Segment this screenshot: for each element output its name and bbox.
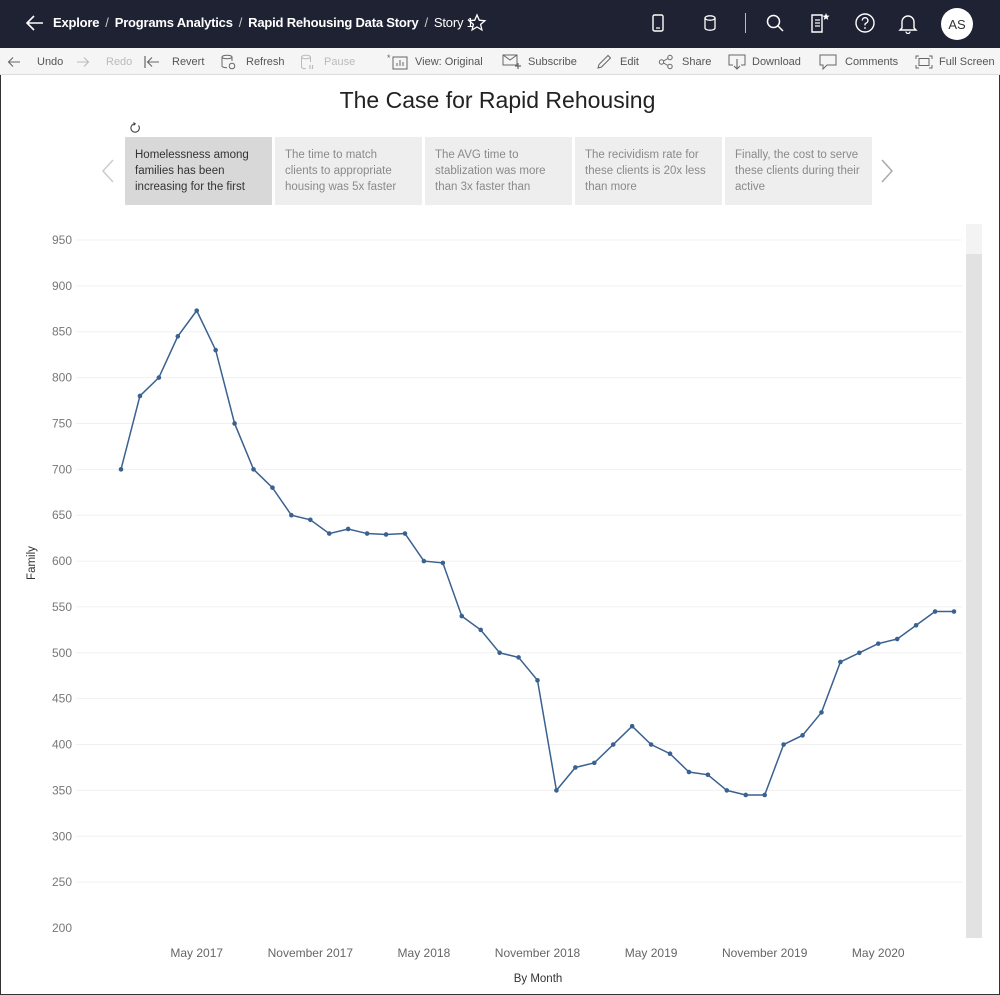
- data-point: [156, 375, 162, 380]
- data-point: [875, 641, 881, 646]
- y-tick-label: 900: [52, 279, 72, 293]
- x-tick-label: May 2020: [852, 946, 905, 960]
- data-point: [478, 627, 484, 633]
- data-point: [440, 560, 446, 566]
- data-point: [118, 467, 124, 472]
- data-point: [421, 558, 427, 564]
- data-point: [800, 733, 805, 738]
- data-point: [629, 723, 635, 729]
- data-point: [591, 760, 597, 766]
- data-point: [667, 751, 673, 757]
- data-point: [573, 765, 578, 770]
- data-point: [857, 650, 862, 656]
- data-point: [383, 532, 389, 537]
- data-point: [913, 622, 919, 628]
- y-tick-label: 750: [52, 416, 72, 430]
- y-tick-label: 250: [52, 875, 72, 889]
- y-tick-label: 600: [52, 554, 72, 568]
- data-point: [326, 531, 332, 536]
- y-tick-label: 950: [52, 233, 72, 247]
- data-point: [213, 347, 218, 353]
- data-point: [251, 467, 256, 472]
- y-tick-label: 200: [52, 921, 72, 935]
- data-point: [459, 613, 465, 619]
- data-point: [554, 788, 559, 793]
- data-point: [648, 742, 654, 747]
- y-tick-label: 700: [52, 462, 72, 476]
- x-tick-label: November 2018: [495, 946, 581, 960]
- y-tick-label: 400: [52, 738, 72, 752]
- data-point: [232, 421, 237, 426]
- data-point: [402, 531, 408, 536]
- data-point: [270, 485, 275, 490]
- data-point: [686, 769, 692, 775]
- data-point: [781, 742, 786, 747]
- data-point: [743, 792, 749, 798]
- line-chart: 200 250 300 350 400 450 500 550 600 650 700 750 800 8…: [26, 233, 962, 985]
- y-tick-label: 300: [52, 829, 72, 843]
- data-point: [951, 609, 957, 614]
- data-point: [838, 659, 843, 665]
- data-point: [289, 512, 294, 518]
- data-point: [308, 517, 313, 523]
- x-tick-label: May 2018: [398, 946, 451, 960]
- y-tick-label: 500: [52, 646, 72, 660]
- data-point: [137, 393, 143, 399]
- x-tick-label: May 2019: [625, 946, 678, 960]
- data-point: [516, 655, 521, 660]
- y-tick-label: 350: [52, 783, 72, 797]
- data-point: [724, 788, 730, 793]
- y-tick-label: 650: [52, 508, 72, 522]
- y-axis-title: Family: [26, 546, 38, 580]
- y-tick-label: 450: [52, 692, 72, 706]
- data-point: [819, 710, 824, 715]
- data-point: [894, 636, 900, 642]
- x-tick-label: May 2017: [170, 946, 223, 960]
- data-point: [610, 742, 616, 747]
- data-point: [705, 772, 711, 778]
- y-tick-label: 850: [52, 325, 72, 339]
- x-axis-title: By Month: [514, 973, 563, 985]
- y-tick-label: 550: [52, 600, 72, 614]
- data-point: [175, 334, 181, 339]
- x-tick-label: November 2017: [268, 946, 354, 960]
- data-point: [345, 526, 351, 532]
- data-point: [194, 308, 200, 313]
- y-tick-label: 800: [52, 371, 72, 385]
- data-point: [932, 609, 938, 614]
- series-line-family: [120, 309, 954, 796]
- x-tick-label: November 2019: [722, 946, 808, 960]
- data-point: [364, 531, 370, 536]
- data-point: [497, 650, 502, 656]
- data-point: [535, 678, 540, 683]
- data-point: [762, 792, 767, 798]
